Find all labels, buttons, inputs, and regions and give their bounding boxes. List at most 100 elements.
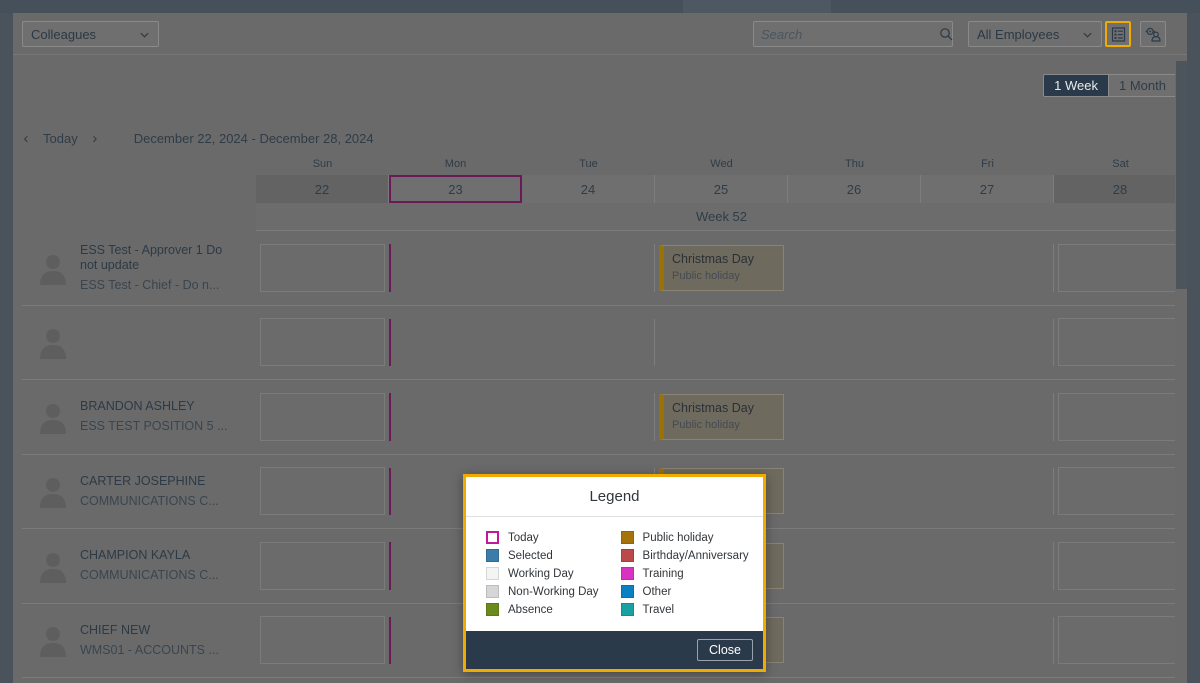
employee-text: CHIEF NEWWMS01 - ACCOUNTS ... xyxy=(80,623,219,658)
today-button[interactable]: Today xyxy=(39,131,82,146)
day-cell[interactable] xyxy=(522,306,655,380)
legend-item: Selected xyxy=(486,549,599,562)
day-name-header-row: Sun Mon Tue Wed Thu Fri Sat xyxy=(22,153,1187,175)
employee-info[interactable]: ESS Test - Approver 1 Do not updateESS T… xyxy=(22,231,256,305)
legend-item: Non-Working Day xyxy=(486,585,599,598)
day-cell[interactable] xyxy=(655,306,788,380)
employee-info[interactable] xyxy=(22,306,256,380)
person-avatar-icon xyxy=(36,623,70,657)
date-cell-25[interactable]: 25 xyxy=(655,175,788,203)
day-cell[interactable] xyxy=(788,604,921,678)
legend-dialog-footer: Close xyxy=(466,631,763,669)
legend-item: Public holiday xyxy=(621,531,749,544)
person-avatar-icon xyxy=(36,325,70,359)
legend-close-button[interactable]: Close xyxy=(697,639,753,661)
day-cell[interactable] xyxy=(788,529,921,603)
date-cell-27[interactable]: 27 xyxy=(921,175,1054,203)
day-cell[interactable] xyxy=(389,231,522,305)
day-cell[interactable] xyxy=(1054,380,1187,454)
day-cell[interactable]: Christmas DayPublic holiday xyxy=(655,231,788,305)
employee-row[interactable]: ESS Test - Approver 1 Do not updateESS T… xyxy=(22,231,1187,306)
day-cell[interactable] xyxy=(522,380,655,454)
day-cell[interactable] xyxy=(921,455,1054,529)
search-icon[interactable] xyxy=(939,27,953,41)
event-title: Christmas Day xyxy=(672,252,783,267)
day-cell[interactable] xyxy=(788,455,921,529)
view-option-1-month[interactable]: 1 Month xyxy=(1108,75,1176,96)
legend-label: Training xyxy=(643,568,684,580)
legend-label: Today xyxy=(508,532,539,544)
person-avatar-icon xyxy=(36,251,70,285)
date-range-label: December 22, 2024 - December 28, 2024 xyxy=(134,131,374,146)
employees-filter-select[interactable]: All Employees xyxy=(968,21,1102,47)
legend-label: Travel xyxy=(643,604,675,616)
legend-swatch-icon xyxy=(486,567,499,580)
next-week-button[interactable]: › xyxy=(82,130,108,147)
day-cell[interactable] xyxy=(788,306,921,380)
legend-swatch-icon xyxy=(486,603,499,616)
non-working-day-block xyxy=(1058,244,1183,292)
legend-item: Other xyxy=(621,585,749,598)
day-cell[interactable] xyxy=(256,529,389,603)
calendar-event[interactable]: Christmas DayPublic holiday xyxy=(659,245,784,291)
week-number-label: Week 52 xyxy=(256,203,1187,231)
day-name-thu: Thu xyxy=(788,153,921,175)
day-cell[interactable] xyxy=(1054,604,1187,678)
previous-week-button[interactable]: ‹ xyxy=(13,130,39,147)
chevron-down-icon xyxy=(139,29,150,40)
date-cell-26[interactable]: 26 xyxy=(788,175,921,203)
view-option-1-week[interactable]: 1 Week xyxy=(1044,75,1108,96)
day-cell[interactable] xyxy=(788,231,921,305)
employee-info[interactable]: CARTER JOSEPHINECOMMUNICATIONS C... xyxy=(22,455,256,529)
day-cell[interactable] xyxy=(1054,306,1187,380)
day-cell[interactable] xyxy=(921,306,1054,380)
employees-filter-value: All Employees xyxy=(977,27,1059,42)
day-cell[interactable] xyxy=(389,380,522,454)
legend-dialog-body: TodaySelectedWorking DayNon-Working DayA… xyxy=(466,517,763,631)
legend-swatch-icon xyxy=(486,531,499,544)
non-working-day-block xyxy=(1058,318,1183,366)
day-cell[interactable] xyxy=(921,231,1054,305)
non-working-day-block xyxy=(260,616,385,664)
legend-dialog: Legend TodaySelectedWorking DayNon-Worki… xyxy=(463,474,766,672)
employee-row[interactable] xyxy=(22,306,1187,381)
employee-row[interactable]: BRANDON ASHLEYESS TEST POSITION 5 ... Chr… xyxy=(22,380,1187,455)
date-cell-23[interactable]: 23 xyxy=(389,175,522,203)
vertical-scrollbar-thumb[interactable] xyxy=(1176,61,1187,289)
day-cell[interactable] xyxy=(256,231,389,305)
date-cell-22[interactable]: 22 xyxy=(256,175,389,203)
day-cell[interactable] xyxy=(1054,455,1187,529)
date-cell-28[interactable]: 28 xyxy=(1054,175,1187,203)
day-cell[interactable] xyxy=(788,380,921,454)
colleagues-select[interactable]: Colleagues xyxy=(22,21,159,47)
day-cell[interactable] xyxy=(921,380,1054,454)
employee-settings-button[interactable] xyxy=(1140,21,1166,47)
employee-info[interactable]: CHIEF NEWWMS01 - ACCOUNTS ... xyxy=(22,604,256,678)
day-cell[interactable] xyxy=(1054,529,1187,603)
employee-name: ESS Test - Approver 1 Do not update xyxy=(80,243,240,273)
day-cell[interactable] xyxy=(522,231,655,305)
date-cell-24[interactable]: 24 xyxy=(522,175,655,203)
day-cell[interactable] xyxy=(256,380,389,454)
day-cell[interactable] xyxy=(921,604,1054,678)
vertical-scrollbar[interactable] xyxy=(1175,55,1187,683)
employee-name: BRANDON ASHLEY xyxy=(80,399,228,414)
search-input[interactable] xyxy=(761,27,939,42)
legend-swatch-icon xyxy=(621,603,634,616)
employee-info[interactable]: CHAMPION KAYLACOMMUNICATIONS C... xyxy=(22,529,256,603)
legend-list-icon xyxy=(1111,27,1126,42)
day-cell[interactable] xyxy=(256,455,389,529)
day-cell[interactable] xyxy=(256,604,389,678)
day-cell[interactable] xyxy=(389,306,522,380)
day-cell[interactable] xyxy=(256,306,389,380)
search-box[interactable] xyxy=(753,21,953,47)
view-period-switch[interactable]: 1 Week 1 Month xyxy=(1043,74,1177,97)
day-cell[interactable] xyxy=(1054,231,1187,305)
day-cell[interactable]: Christmas DayPublic holiday xyxy=(655,380,788,454)
employee-position: WMS01 - ACCOUNTS ... xyxy=(80,643,219,658)
employee-info[interactable]: BRANDON ASHLEYESS TEST POSITION 5 ... xyxy=(22,380,256,454)
legend-item: Travel xyxy=(621,603,749,616)
calendar-event[interactable]: Christmas DayPublic holiday xyxy=(659,394,784,440)
day-cell[interactable] xyxy=(921,529,1054,603)
legend-button[interactable] xyxy=(1105,21,1131,47)
